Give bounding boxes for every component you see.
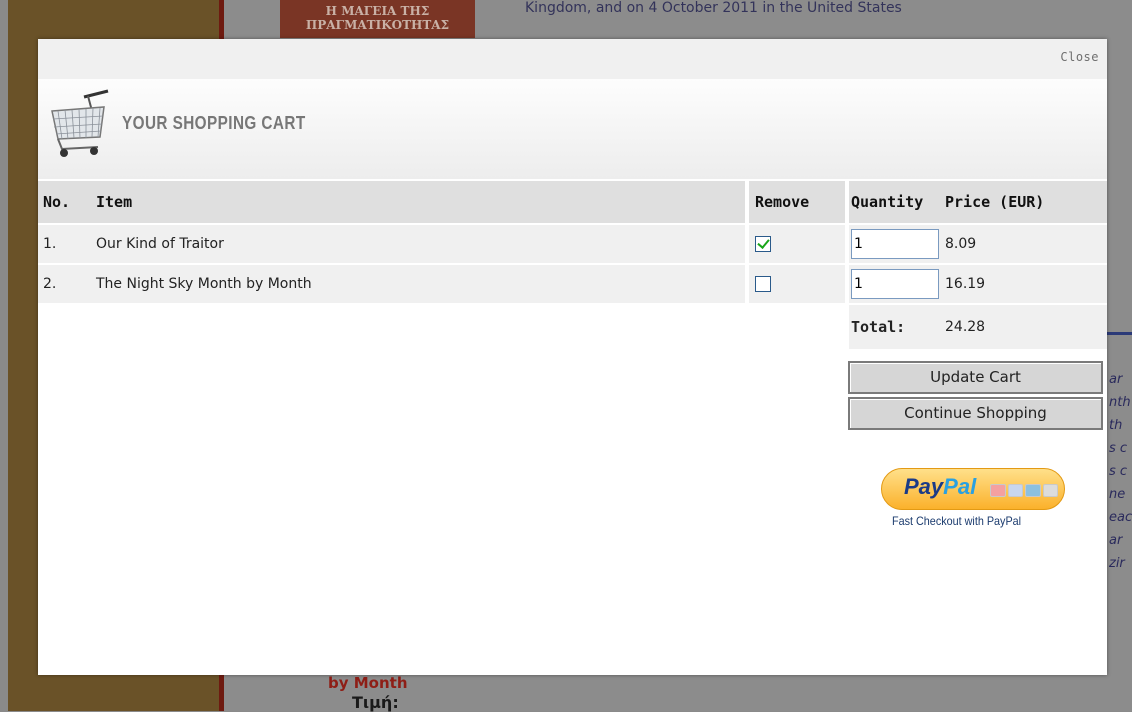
side-fragment: ne (1109, 487, 1126, 502)
background-top-text: Kingdom, and on 4 October 2011 in the Un… (525, 0, 902, 16)
column-header-no: No. (38, 181, 90, 223)
table-header-row: No. Item Remove Quantity Price (EUR) (38, 181, 1107, 223)
background-side-text: ar nth th s c s c ne eac ar zir (1109, 368, 1132, 575)
background-rule (1107, 332, 1132, 335)
continue-shopping-button[interactable]: Continue Shopping (848, 397, 1103, 430)
modal-topbar: Close (38, 39, 1107, 79)
book-cover-line: ΠΡΑΓΜΑΤΙΚΟΤΗΤΑΣ (305, 18, 450, 32)
side-fragment: nth (1109, 395, 1131, 410)
paypal-logo: PayPal (904, 474, 977, 499)
shopping-cart-modal: Close YOUR SHOPPING CART No. Item Remove… (38, 39, 1107, 675)
side-fragment: s c (1109, 464, 1128, 479)
paypal-button-pill: PayPal (881, 468, 1065, 510)
side-fragment: s c (1109, 441, 1128, 456)
side-fragment: eac (1109, 510, 1132, 525)
remove-cell (749, 225, 845, 263)
column-header-item: Item (90, 181, 745, 223)
shopping-cart-icon (51, 89, 109, 157)
remove-checkbox[interactable] (755, 236, 771, 252)
background-book-cover: Η ΜΑΓΕΙΑ ΤΗΣ ΠΡΑΓΜΑΤΙΚΟΤΗΤΑΣ (280, 0, 475, 38)
side-fragment: ar (1109, 533, 1123, 548)
quantity-cell (849, 225, 945, 263)
column-header-remove: Remove (749, 181, 845, 223)
credit-cards-icon (990, 484, 1058, 497)
total-value: 24.28 (945, 305, 1107, 349)
row-price: 16.19 (945, 265, 1107, 303)
remove-cell (749, 265, 845, 303)
row-number: 2. (38, 265, 90, 303)
update-cart-button[interactable]: Update Cart (848, 361, 1103, 394)
paypal-caption: Fast Checkout with PayPal (892, 514, 1022, 528)
row-price: 8.09 (945, 225, 1107, 263)
column-header-price: Price (EUR) (945, 181, 1107, 223)
cart-header: YOUR SHOPPING CART (38, 79, 1107, 179)
quantity-input[interactable] (851, 269, 939, 299)
table-row: 1. Our Kind of Traitor 8.09 (38, 225, 1107, 263)
background-bottom-title: by Month (328, 674, 408, 692)
row-item-title: The Night Sky Month by Month (90, 265, 745, 303)
paypal-checkout-button[interactable]: PayPal Fast Checkout with PayPal (878, 467, 1078, 539)
side-fragment: ar (1109, 372, 1123, 387)
cart-title: YOUR SHOPPING CART (122, 113, 306, 133)
remove-checkbox[interactable] (755, 276, 771, 292)
total-row: Total: 24.28 (38, 305, 1107, 349)
side-fragment: zir (1109, 556, 1125, 571)
row-number: 1. (38, 225, 90, 263)
total-label: Total: (851, 318, 906, 336)
side-fragment: th (1109, 418, 1123, 433)
background-bottom-subtitle: Τιμή: (352, 693, 399, 712)
quantity-cell (849, 265, 945, 303)
table-row: 2. The Night Sky Month by Month 16.19 (38, 265, 1107, 303)
quantity-input[interactable] (851, 229, 939, 259)
book-cover-line: Η ΜΑΓΕΙΑ ΤΗΣ (325, 4, 430, 18)
cart-table: No. Item Remove Quantity Price (EUR) 1. … (38, 179, 1107, 351)
close-link[interactable]: Close (1060, 50, 1099, 64)
column-header-quantity: Quantity (849, 181, 945, 223)
row-item-title: Our Kind of Traitor (90, 225, 745, 263)
